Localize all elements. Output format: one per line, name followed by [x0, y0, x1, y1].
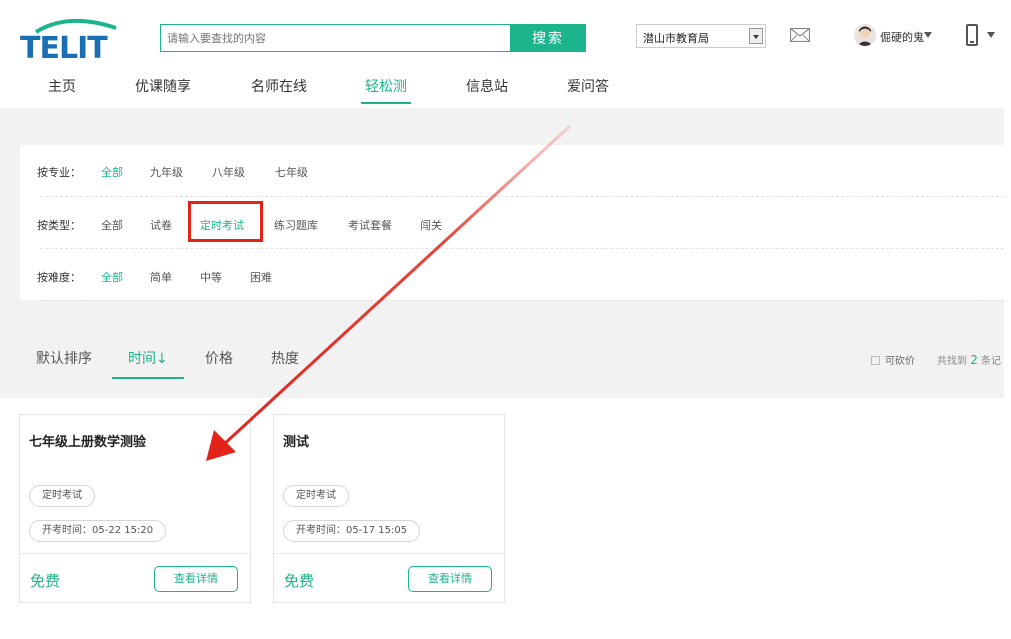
- card-title[interactable]: 测试: [283, 431, 309, 450]
- result-count: 共找到 2 条记: [937, 352, 1001, 367]
- sort-active-underline: [112, 377, 184, 379]
- nav-item-home[interactable]: 主页: [48, 76, 76, 96]
- mobile-phone-icon[interactable]: [966, 24, 978, 46]
- header: TELIT 搜索 潜山市教育局 倔硬的鬼 主页 优课随享 名师在线 轻松测 信息…: [0, 0, 1011, 108]
- card-price: 免费: [30, 572, 61, 590]
- filter-row-major: 按专业： 全部 九年级 八年级 七年级: [20, 145, 1004, 197]
- dropdown-arrow-icon[interactable]: [749, 28, 763, 44]
- svg-text:TELIT: TELIT: [20, 31, 108, 62]
- main-nav: 主页 优课随享 名师在线 轻松测 信息站 爱问答: [0, 62, 1011, 108]
- checkbox-icon[interactable]: [871, 356, 880, 365]
- filter-difficulty-easy[interactable]: 简单: [150, 269, 172, 285]
- result-count-prefix: 共找到: [937, 356, 967, 367]
- bargain-checkbox[interactable]: 可砍价: [871, 352, 915, 367]
- result-count-suffix: 条记: [981, 356, 1002, 367]
- exam-card[interactable]: 测试 定时考试 开考时间：05-17 15:05 免费 查看详情: [273, 414, 505, 603]
- filter-major-grade9[interactable]: 九年级: [150, 164, 183, 180]
- filter-row-type: 按类型： 全部 试卷 定时考试 练习题库 考试套餐 闯关: [20, 197, 1004, 249]
- filter-label-major: 按专业：: [37, 166, 81, 179]
- card-price: 免费: [284, 572, 315, 590]
- card-start-time: 开考时间：05-22 15:20: [29, 520, 167, 542]
- mail-icon[interactable]: [790, 28, 810, 42]
- nav-item-tests[interactable]: 轻松测: [365, 76, 407, 96]
- filter-type-challenge[interactable]: 闯关: [420, 217, 442, 233]
- search-input[interactable]: [160, 24, 510, 52]
- card-type-tag: 定时考试: [29, 485, 95, 507]
- filter-difficulty-medium[interactable]: 中等: [200, 269, 222, 285]
- filter-divider: [40, 300, 1004, 301]
- sort-popularity[interactable]: 热度: [271, 348, 299, 368]
- exam-card[interactable]: 七年级上册数学测验 定时考试 开考时间：05-22 15:20 免费 查看详情: [19, 414, 251, 603]
- nav-item-qa[interactable]: 爱问答: [567, 76, 609, 96]
- nav-item-courses[interactable]: 优课随享: [135, 76, 191, 96]
- mobile-menu-caret-icon[interactable]: [987, 32, 995, 38]
- view-details-button[interactable]: 查看详情: [154, 566, 238, 592]
- sort-time[interactable]: 时间↓: [128, 348, 168, 368]
- filter-label-difficulty: 按难度：: [37, 271, 81, 284]
- card-start-time: 开考时间：05-17 15:05: [283, 520, 421, 542]
- card-footer: 免费 查看详情: [20, 553, 250, 603]
- annotation-highlight-box: [188, 201, 263, 242]
- sort-price[interactable]: 价格: [205, 348, 233, 368]
- filter-major-all[interactable]: 全部: [101, 164, 123, 180]
- user-menu-caret-icon[interactable]: [924, 32, 932, 38]
- card-footer: 免费 查看详情: [274, 553, 504, 603]
- nav-active-underline: [361, 102, 411, 104]
- nav-item-info[interactable]: 信息站: [466, 76, 508, 96]
- telit-logo[interactable]: TELIT: [18, 18, 130, 62]
- filter-difficulty-hard[interactable]: 困难: [250, 269, 272, 285]
- result-count-number: 2: [970, 353, 978, 367]
- region-select[interactable]: 潜山市教育局: [636, 24, 766, 48]
- filter-label-type: 按类型：: [37, 219, 81, 232]
- filter-type-paper[interactable]: 试卷: [150, 217, 172, 233]
- filter-row-difficulty: 按难度： 全部 简单 中等 困难: [20, 249, 1004, 301]
- card-title[interactable]: 七年级上册数学测验: [29, 431, 146, 450]
- filter-difficulty-all[interactable]: 全部: [101, 269, 123, 285]
- bargain-label: 可砍价: [885, 356, 915, 367]
- nav-item-teachers[interactable]: 名师在线: [251, 76, 307, 96]
- region-value: 潜山市教育局: [643, 32, 709, 45]
- search-button[interactable]: 搜索: [510, 24, 586, 52]
- filter-type-all[interactable]: 全部: [101, 217, 123, 233]
- filter-major-grade8[interactable]: 八年级: [212, 164, 245, 180]
- username[interactable]: 倔硬的鬼: [880, 29, 924, 45]
- filter-major-grade7[interactable]: 七年级: [275, 164, 308, 180]
- filter-type-exam-package[interactable]: 考试套餐: [348, 217, 392, 233]
- filter-panel: 按专业： 全部 九年级 八年级 七年级 按类型： 全部 试卷 定时考试 练习题库…: [20, 145, 1004, 301]
- search-bar: 搜索: [160, 24, 586, 52]
- card-type-tag: 定时考试: [283, 485, 349, 507]
- view-details-button[interactable]: 查看详情: [408, 566, 492, 592]
- avatar[interactable]: [854, 24, 876, 46]
- sort-default[interactable]: 默认排序: [36, 348, 92, 368]
- filter-type-question-bank[interactable]: 练习题库: [274, 217, 318, 233]
- sort-bar: 默认排序 时间↓ 价格 热度: [20, 334, 1004, 380]
